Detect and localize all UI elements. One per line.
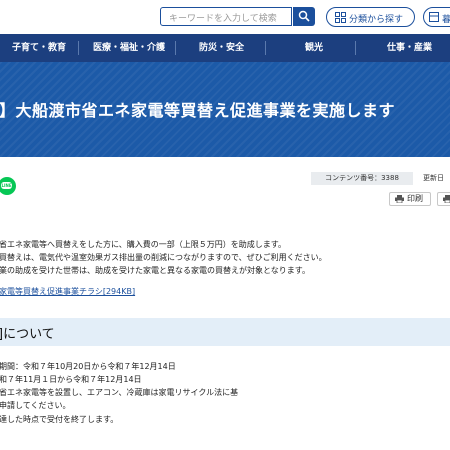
page-hero: 】大船渡市省エネ家電等買替え促進事業を実施します xyxy=(0,62,450,157)
flyer-pdf-link[interactable]: 家電等買替え促進事業チラシ[294KB] xyxy=(0,286,135,297)
page-title: 】大船渡市省エネ家電等買替え促進事業を実施します xyxy=(0,101,396,120)
intro-line: 業の助成を受けた世帯は、助成を受けた家電と異なる家電の買替えが対象となります。 xyxy=(0,266,310,275)
section-heading: ]について xyxy=(0,318,450,346)
updated-date: 更新日 xyxy=(423,174,444,182)
nav-item-business[interactable]: 仕事・産業 xyxy=(387,34,432,62)
category-icon xyxy=(335,12,346,23)
print-settings-button[interactable] xyxy=(437,192,450,206)
top-bar: キーワードを入力して検索 分類から探す 暮 xyxy=(0,0,450,34)
line-share-icon[interactable]: LINE xyxy=(0,177,16,195)
search-button[interactable] xyxy=(293,7,315,26)
nav-item-safety[interactable]: 防災・安全 xyxy=(199,34,244,62)
printer-icon xyxy=(395,195,404,203)
category-search-label: 分類から探す xyxy=(349,15,404,25)
nav-divider xyxy=(265,41,266,55)
intro-line: 買替えは、電気代や温室効果ガス排出量の削減につながりますので、ぜひご利用ください… xyxy=(0,253,327,262)
section-title: ]について xyxy=(0,327,55,342)
nav-divider xyxy=(355,41,356,55)
nav-item-welfare[interactable]: 医療・福祉・介護 xyxy=(93,34,165,62)
print-button[interactable]: 印刷 xyxy=(389,192,431,206)
search-input[interactable]: キーワードを入力して検索 xyxy=(160,7,292,26)
life-scene-label: 暮 xyxy=(442,15,450,25)
category-search-button[interactable]: 分類から探す xyxy=(326,7,415,27)
printer-icon xyxy=(443,195,450,203)
intro-line: 省エネ家電等へ買替えをした方に、購入費の一部（上限５万円）を助成します。 xyxy=(0,240,286,249)
section-line: 期間：令和７年10月20日から令和７年12月14日 xyxy=(0,362,176,371)
section-line: 申請してください。 xyxy=(0,401,71,410)
nav-divider xyxy=(175,41,176,55)
nav-item-childcare[interactable]: 子育て・教育 xyxy=(12,34,66,62)
life-scene-button[interactable]: 暮 xyxy=(423,7,450,27)
nav-divider xyxy=(78,41,79,55)
line-share-label: LINE xyxy=(1,182,12,189)
grid-icon xyxy=(429,12,439,22)
section-line: 省エネ家電等を設置し、エアコン、冷蔵庫は家電リサイクル法に基 xyxy=(0,388,239,397)
search-icon xyxy=(298,10,310,22)
nav-item-tourism[interactable]: 観光 xyxy=(305,34,323,62)
content-number: コンテンツ番号：3388 xyxy=(311,172,413,185)
print-label: 印刷 xyxy=(407,194,423,203)
section-line: 達した時点で受付を終了します。 xyxy=(0,415,119,424)
section-line: 和７年11月１日から令和７年12月14日 xyxy=(0,375,142,384)
global-nav: 子育て・教育 医療・福祉・介護 防災・安全 観光 仕事・産業 xyxy=(0,34,450,62)
